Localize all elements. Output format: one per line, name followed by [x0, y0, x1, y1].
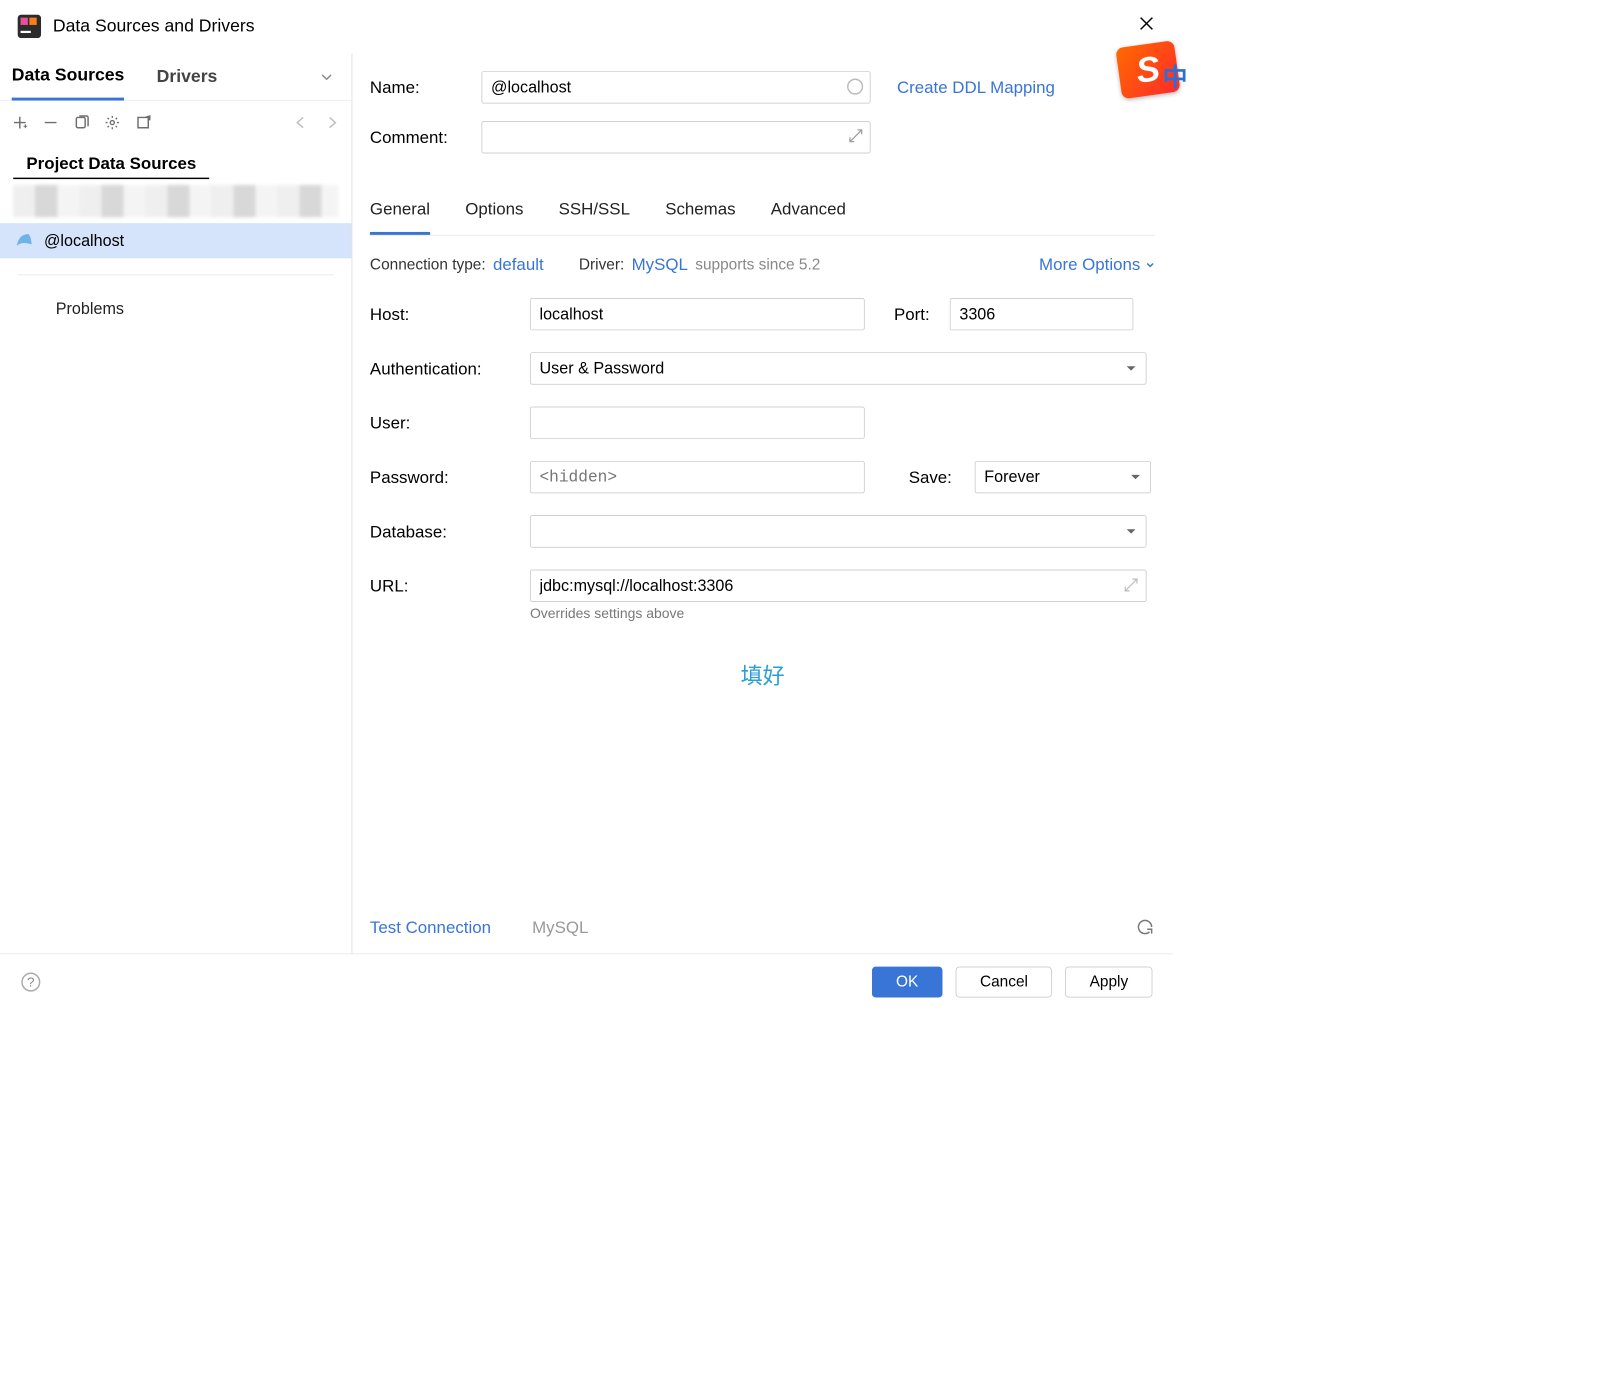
port-field[interactable]: [950, 298, 1134, 330]
comment-field[interactable]: [482, 121, 871, 153]
cancel-button[interactable]: Cancel: [956, 966, 1052, 997]
database-select[interactable]: [530, 515, 1147, 547]
dialog: Data Sources and Drivers Data Sources Dr…: [0, 0, 1173, 1009]
save-select[interactable]: Forever: [975, 461, 1151, 493]
url-block: URL: Overrides settings above: [370, 570, 1155, 623]
help-icon[interactable]: ?: [21, 971, 42, 992]
close-icon[interactable]: [1138, 15, 1156, 33]
tab-schemas[interactable]: Schemas: [665, 190, 735, 235]
name-label: Name:: [370, 77, 482, 97]
annotation-text: 填好: [370, 658, 1155, 690]
port-label: Port:: [894, 304, 950, 324]
comment-row: Comment:: [370, 121, 1155, 153]
titlebar: Data Sources and Drivers: [0, 0, 1173, 53]
auth-label: Authentication:: [370, 359, 530, 379]
inner-tabs: General Options SSH/SSL Schemas Advanced: [370, 190, 1155, 236]
more-options-link[interactable]: More Options: [1039, 255, 1155, 275]
host-row: Host: Port:: [370, 298, 1155, 330]
conn-type-value[interactable]: default: [493, 255, 544, 275]
user-row: User:: [370, 407, 1155, 439]
problems-label: Problems: [56, 299, 124, 318]
url-field[interactable]: [530, 570, 1147, 602]
password-row: Password: Save: Forever: [370, 461, 1155, 493]
tab-options[interactable]: Options: [465, 190, 523, 235]
app-icon: [18, 15, 41, 38]
redacted-datasource: [13, 185, 338, 217]
chevron-down-icon[interactable]: [319, 69, 334, 84]
color-circle-icon[interactable]: [847, 79, 863, 95]
add-icon[interactable]: [12, 115, 28, 131]
host-label: Host:: [370, 304, 530, 324]
name-field[interactable]: [482, 71, 871, 103]
datasource-item-localhost[interactable]: @localhost: [0, 223, 352, 258]
expand-icon[interactable]: [848, 128, 864, 144]
datasource-label: @localhost: [44, 231, 124, 250]
form-grid: Host: Port: Authentication: User & Passw…: [370, 298, 1155, 622]
problems-item[interactable]: Problems: [0, 291, 352, 326]
host-field[interactable]: [530, 298, 865, 330]
database-label: Database:: [370, 522, 530, 542]
user-field[interactable]: [530, 407, 865, 439]
main-body: Data Sources Drivers Project Data Source…: [0, 53, 1173, 954]
copy-icon[interactable]: [73, 115, 89, 131]
database-row: Database:: [370, 515, 1155, 547]
password-field[interactable]: [530, 461, 865, 493]
auth-row: Authentication: User & Password: [370, 352, 1155, 384]
url-label: URL:: [370, 576, 530, 596]
connection-meta: Connection type: default Driver: MySQL s…: [370, 255, 1155, 275]
password-label: Password:: [370, 467, 530, 487]
test-connection-link[interactable]: Test Connection: [370, 918, 491, 938]
dialog-footer: ? OK Cancel Apply: [0, 953, 1173, 1009]
url-hint: Overrides settings above: [530, 606, 1155, 622]
create-ddl-link[interactable]: Create DDL Mapping: [897, 77, 1055, 97]
save-label: Save:: [909, 467, 975, 487]
user-label: User:: [370, 413, 530, 433]
auth-select[interactable]: User & Password: [530, 352, 1147, 384]
tab-data-sources[interactable]: Data Sources: [12, 53, 125, 100]
tab-drivers[interactable]: Drivers: [157, 55, 218, 99]
expand-icon[interactable]: [1123, 577, 1139, 593]
section-header: Project Data Sources: [0, 145, 352, 179]
revert-icon[interactable]: [1136, 918, 1155, 937]
gear-icon[interactable]: [104, 115, 120, 131]
ok-button[interactable]: OK: [872, 966, 943, 997]
driver-supports: supports since 5.2: [695, 256, 820, 274]
apply-button[interactable]: Apply: [1065, 966, 1152, 997]
comment-label: Comment:: [370, 127, 482, 147]
tab-general[interactable]: General: [370, 190, 430, 235]
driver-name-label: MySQL: [532, 918, 588, 938]
tab-advanced[interactable]: Advanced: [771, 190, 846, 235]
tab-ssh[interactable]: SSH/SSL: [559, 190, 630, 235]
forward-icon[interactable]: [324, 115, 340, 131]
driver-value[interactable]: MySQL: [632, 255, 688, 275]
remove-icon[interactable]: [43, 115, 59, 131]
svg-text:?: ?: [27, 974, 34, 989]
left-toolbar: [0, 101, 352, 145]
right-panel: Name: Create DDL Mapping Comment: Genera…: [352, 54, 1173, 954]
driver-label: Driver:: [579, 256, 624, 274]
conn-type-label: Connection type:: [370, 256, 486, 274]
import-icon[interactable]: [135, 115, 151, 131]
left-tabs: Data Sources Drivers: [0, 54, 352, 101]
mysql-icon: [15, 231, 34, 250]
left-panel: Data Sources Drivers Project Data Source…: [0, 54, 352, 954]
back-icon[interactable]: [293, 115, 309, 131]
bottom-bar: Test Connection MySQL: [370, 901, 1155, 954]
window-title: Data Sources and Drivers: [53, 16, 255, 37]
name-row: Name: Create DDL Mapping: [370, 71, 1155, 103]
tree-separator: [18, 275, 334, 276]
ime-lang-icon: 中: [1163, 57, 1188, 93]
